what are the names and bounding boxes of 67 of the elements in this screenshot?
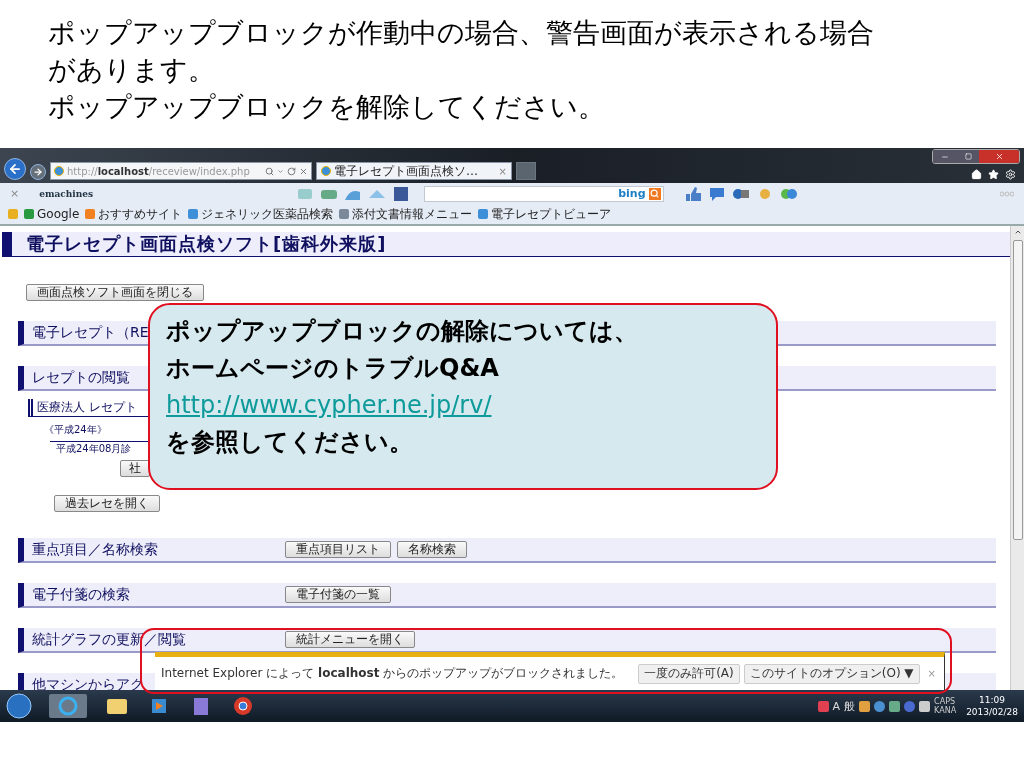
scroll-up-icon[interactable] bbox=[1013, 228, 1022, 236]
lock-key-label: KANA bbox=[934, 706, 957, 715]
lock-key-label: CAPS bbox=[934, 697, 957, 706]
browser-taskbar-icon[interactable] bbox=[48, 693, 88, 719]
year-label: 《平成24年》 bbox=[44, 423, 107, 437]
notice-button[interactable]: 一度のみ許可(A) bbox=[638, 663, 740, 684]
notice-message: Internet Explorer によって localhost からのポップアップがブロックされました。 bbox=[161, 665, 625, 682]
address-bar[interactable]: http://localhost/receview/index.php bbox=[50, 162, 312, 180]
help-icon[interactable] bbox=[874, 700, 886, 712]
search-icon[interactable] bbox=[648, 187, 661, 200]
tray-icon[interactable] bbox=[889, 700, 901, 712]
page-button[interactable]: 過去レセを開く bbox=[54, 495, 160, 512]
network-icon[interactable] bbox=[919, 700, 931, 712]
caret-icon[interactable] bbox=[277, 167, 284, 175]
arrow-right-icon bbox=[33, 167, 43, 177]
thumbs-up-icon[interactable] bbox=[683, 185, 702, 202]
favorite-link[interactable]: Google bbox=[24, 207, 80, 221]
home-icon[interactable] bbox=[971, 169, 982, 180]
start-button[interactable] bbox=[6, 693, 32, 719]
search-engine-logo: bing bbox=[618, 187, 646, 200]
maximize-button[interactable] bbox=[957, 150, 979, 163]
brand-label: emachines bbox=[39, 188, 94, 199]
search-field[interactable]: bing bbox=[423, 185, 664, 202]
tray-icon[interactable] bbox=[859, 700, 871, 712]
chat-icon[interactable] bbox=[707, 185, 726, 202]
star-icon[interactable] bbox=[988, 169, 999, 180]
clock[interactable]: 11:09 2013/02/28 bbox=[966, 694, 1018, 718]
favorite-link[interactable]: 添付文書情報メニュー bbox=[339, 205, 473, 223]
refresh-icon[interactable] bbox=[287, 166, 296, 176]
slide-title: ポップアップブロックが作動中の場合、警告画面が表示される場合 bbox=[48, 16, 875, 50]
forward-button[interactable] bbox=[30, 164, 46, 180]
favorite-link[interactable]: 電子レセプトビューア bbox=[478, 205, 612, 223]
maximize-icon bbox=[964, 153, 972, 160]
favorite-link[interactable]: ジェネリック医薬品検索 bbox=[188, 205, 334, 223]
minimize-button[interactable] bbox=[933, 150, 957, 163]
slide-title: があります。 bbox=[48, 53, 216, 87]
favorite-link[interactable]: おすすめサイト bbox=[85, 205, 183, 223]
page-button[interactable]: 社 bbox=[120, 460, 150, 477]
tray-icon[interactable] bbox=[817, 700, 829, 712]
ime-indicator[interactable]: A bbox=[832, 699, 841, 713]
url-text: http://localhost/receview/index.php bbox=[67, 165, 251, 177]
section-title: 電子レセプト（RE bbox=[31, 323, 149, 342]
section-title: 他マシンからアク bbox=[31, 675, 144, 690]
back-button[interactable] bbox=[4, 158, 26, 180]
section-title: レセプトの閲覧 bbox=[31, 368, 130, 387]
callout-text: ホームページのトラブルQ&A bbox=[166, 353, 500, 384]
slide-title: ポップアップブロックを解除してください。 bbox=[48, 90, 606, 124]
notice-button[interactable]: このサイトのオプション(O) ▼ bbox=[743, 663, 920, 684]
settings-icon[interactable] bbox=[1005, 169, 1016, 180]
page-icon bbox=[54, 166, 64, 176]
page-button[interactable]: 名称検索 bbox=[397, 541, 467, 558]
close-icon[interactable] bbox=[299, 166, 308, 176]
scrollbar[interactable] bbox=[1010, 226, 1024, 690]
page-button[interactable]: 電子付箋の一覧 bbox=[285, 586, 391, 603]
ime-indicator[interactable]: 般 bbox=[844, 698, 856, 714]
page-button[interactable]: 統計メニューを開く bbox=[285, 631, 415, 648]
search-icon[interactable] bbox=[265, 166, 274, 176]
tab-title: 電子レセプト画面点検ソ… bbox=[334, 162, 479, 180]
page-button[interactable]: 画面点検ソフト画面を閉じる bbox=[26, 284, 204, 301]
browser-tab[interactable]: 電子レセプト画面点検ソ… × bbox=[316, 162, 512, 180]
section-title: 重点項目／名称検索 bbox=[31, 540, 159, 559]
section-title: 電子付箋の検索 bbox=[31, 585, 131, 604]
page-button[interactable]: 重点項目リスト bbox=[285, 541, 391, 558]
page-title: 電子レセプト画面点検ソフト[歯科外来版] bbox=[2, 232, 1010, 257]
close-icon bbox=[994, 152, 1004, 161]
page-icon bbox=[321, 166, 331, 176]
callout-text: ポップアップブロックの解除については、 bbox=[166, 316, 639, 347]
